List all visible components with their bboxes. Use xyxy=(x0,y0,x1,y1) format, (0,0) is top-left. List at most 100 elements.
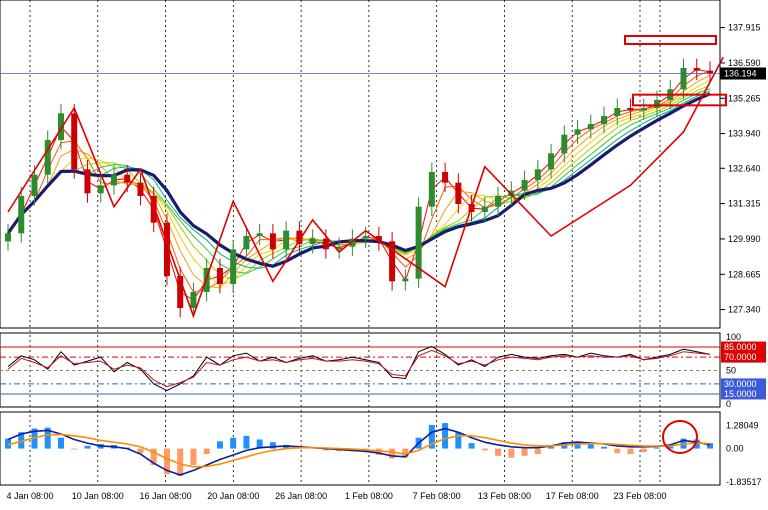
candle-body xyxy=(84,169,91,194)
macd-bar xyxy=(84,445,91,449)
time-tick-label: 16 Jan 08:00 xyxy=(140,491,192,501)
macd-annotation-circle xyxy=(662,420,698,454)
candle-body xyxy=(71,113,78,170)
candle-body xyxy=(18,196,25,234)
chart-window: 137.915 136.590 135.265 133.940 132.640 131.3… xyxy=(0,0,768,505)
price-tick-label: 135.265 xyxy=(728,93,761,103)
time-tick-label: 10 Jan 08:00 xyxy=(72,491,124,501)
candles xyxy=(5,58,713,318)
candle-body xyxy=(640,108,647,111)
macd-tick-label: 0.00 xyxy=(726,444,744,454)
time-tick-label: 1 Feb 08:00 xyxy=(345,491,393,501)
price-panel[interactable] xyxy=(0,0,727,329)
oscillator-tick-label: 50 xyxy=(726,366,736,376)
macd-bar xyxy=(230,437,237,449)
candle-body xyxy=(442,172,449,183)
macd-bar xyxy=(654,447,661,449)
macd-bar xyxy=(190,448,197,465)
macd-bar xyxy=(640,448,647,453)
candle-body xyxy=(230,249,237,284)
macd-bar xyxy=(57,437,64,449)
macd-bar xyxy=(243,435,250,449)
candle-body xyxy=(256,233,263,236)
candle-body xyxy=(269,233,276,250)
zigzag-line xyxy=(7,56,724,319)
oscillator-level-label: 85.0000 xyxy=(724,342,757,352)
oscillator-level-label: 30.0000 xyxy=(724,379,757,389)
candle-body xyxy=(31,174,38,196)
candle-body xyxy=(601,116,608,124)
price-tick-label: 132.640 xyxy=(728,163,761,173)
macd-bar xyxy=(71,448,78,450)
macd-bar xyxy=(442,423,449,449)
candle-body xyxy=(243,236,250,250)
candle-body xyxy=(455,182,462,204)
macd-bar xyxy=(627,448,634,455)
macd-bar xyxy=(216,441,223,449)
price-tick-label: 137.915 xyxy=(728,23,761,33)
candle-body xyxy=(5,233,11,242)
oscillator-tick-label: 100 xyxy=(726,332,741,342)
macd-bar xyxy=(534,448,541,455)
macd-line xyxy=(7,427,711,476)
macd-panel-frame xyxy=(0,411,721,486)
price-tick-label: 133.940 xyxy=(728,129,761,139)
candle-body xyxy=(402,278,409,282)
price-tick-label: 127.340 xyxy=(728,305,761,315)
macd-bar xyxy=(177,448,184,476)
macd-tick-label: -1.83517 xyxy=(726,477,762,487)
price-tick-label: 128.665 xyxy=(728,269,761,279)
time-tick-label: 17 Feb 08:00 xyxy=(546,491,599,501)
candle-body xyxy=(548,153,555,170)
candle-body xyxy=(707,70,713,74)
candle-body xyxy=(495,196,502,207)
time-tick-label: 26 Jan 08:00 xyxy=(275,491,327,501)
candle-body xyxy=(534,169,541,180)
macd-bar xyxy=(548,446,555,449)
macd-bar xyxy=(521,448,528,456)
macd-bar xyxy=(481,448,488,451)
annotation-box xyxy=(624,35,717,45)
time-tick-label: 20 Jan 08:00 xyxy=(207,491,259,501)
time-tick-label: 23 Feb 08:00 xyxy=(613,491,666,501)
candle-body xyxy=(680,68,687,90)
oscillator-levels xyxy=(0,346,720,395)
time-tick-label: 4 Jan 08:00 xyxy=(6,491,53,501)
zigzag-indicator xyxy=(7,56,724,319)
candle-body xyxy=(428,172,435,207)
candle-body xyxy=(627,108,634,111)
macd-bar xyxy=(601,446,608,449)
candle-body xyxy=(322,238,329,250)
price-tick-label: 131.315 xyxy=(728,199,761,209)
oscillator-level-label: 70.0000 xyxy=(724,352,757,362)
candle-body xyxy=(574,129,581,135)
macd-bar xyxy=(455,432,462,449)
macd-bar xyxy=(389,448,396,459)
candle-body xyxy=(309,238,316,244)
macd-bar xyxy=(614,448,621,454)
candle-body xyxy=(654,100,661,108)
candle-body xyxy=(110,174,117,186)
current-price-label: 136.194 xyxy=(724,68,757,78)
price-tick-label: 129.990 xyxy=(728,234,761,244)
candle-body xyxy=(561,134,568,154)
price-axis: 137.915 136.590 135.265 133.940 132.640 131.3… xyxy=(720,23,766,487)
candle-body xyxy=(97,185,104,194)
candle-body xyxy=(283,230,290,250)
candle-body xyxy=(137,182,144,196)
oscillator-panel[interactable] xyxy=(0,332,721,408)
price-tick-label: 136.590 xyxy=(728,58,761,68)
candle-body xyxy=(481,206,488,212)
macd-bar xyxy=(203,448,210,455)
candle-body xyxy=(587,124,594,130)
time-tick-label: 7 Feb 08:00 xyxy=(413,491,461,501)
macd-tick-label: 1.28049 xyxy=(726,420,759,430)
oscillator-level-label: 15.0000 xyxy=(724,389,757,399)
candle-body xyxy=(614,108,621,116)
time-axis: 4 Jan 08:00 10 Jan 08:00 16 Jan 08:00 20 Ja… xyxy=(6,491,666,501)
time-tick-label: 13 Feb 08:00 xyxy=(478,491,531,501)
macd-panel[interactable] xyxy=(0,411,721,486)
oscillator-tick-label: 0 xyxy=(726,399,731,409)
candle-body xyxy=(693,68,700,71)
candle-body xyxy=(124,174,131,183)
